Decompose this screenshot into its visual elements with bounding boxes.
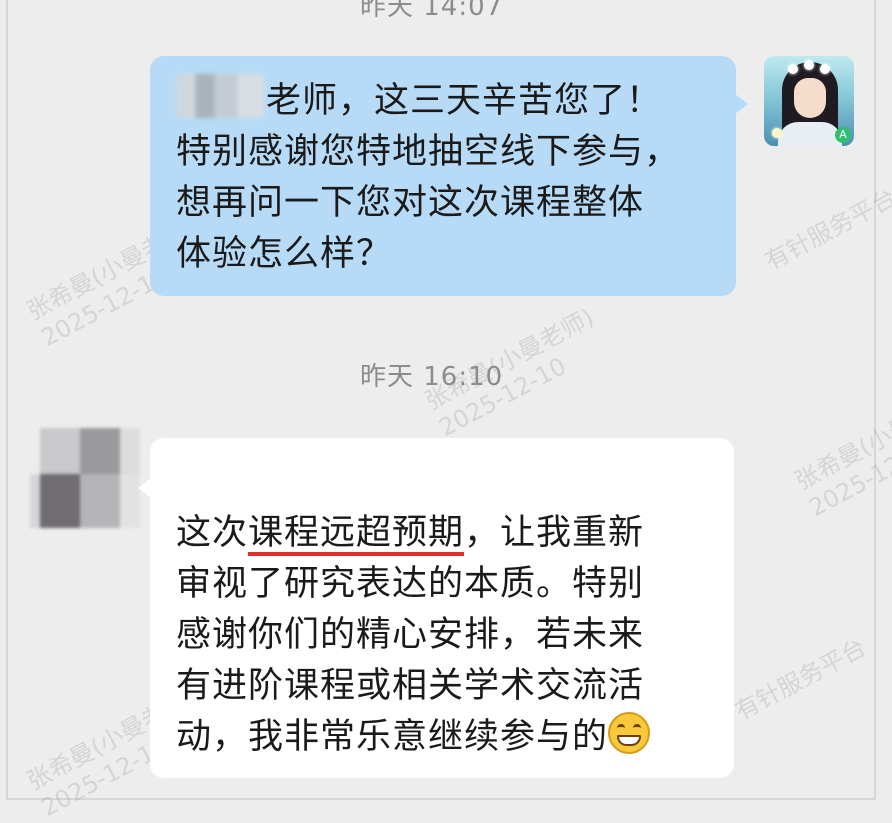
message-line: 想再问一下您对这次课程整体 <box>176 183 645 223</box>
message-line: 感谢你们的精心安排，若未来 <box>176 615 645 655</box>
avatar[interactable]: A <box>764 56 854 146</box>
message-line: 动，我非常乐意继续参与的 <box>176 712 651 763</box>
message-text: 这次课程远超预期，让我重新 审视了研究表达的本质。特别 感谢你们的精心安排，若未… <box>176 508 651 763</box>
redacted-name <box>176 74 264 118</box>
message-line: 特别感谢您特地抽空线下参与， <box>176 132 681 172</box>
badge-icon: A <box>835 127 851 143</box>
message-line: 体验怎么样？ <box>176 234 393 274</box>
grinning-face-icon <box>608 712 651 754</box>
message-line: 有进阶课程或相关学术交流活 <box>176 666 645 706</box>
timestamp: 昨天 14:07 <box>360 0 504 22</box>
message-line: 老师，这三天辛苦您了！ <box>176 74 720 127</box>
message-bubble-outgoing[interactable]: 老师，这三天辛苦您了！ 特别感谢您特地抽空线下参与， 想再问一下您对这次课程整体… <box>150 56 748 296</box>
timestamp: 昨天 16:10 <box>360 362 504 392</box>
message-line: 这次课程远超预期，让我重新 <box>176 513 645 553</box>
highlighted-phrase: 课程远超预期 <box>248 513 465 553</box>
message-line: 审视了研究表达的本质。特别 <box>176 564 645 604</box>
avatar[interactable] <box>30 428 140 528</box>
message-bubble-incoming[interactable]: 这次课程远超预期，让我重新 审视了研究表达的本质。特别 感谢你们的精心安排，若未… <box>138 438 734 778</box>
